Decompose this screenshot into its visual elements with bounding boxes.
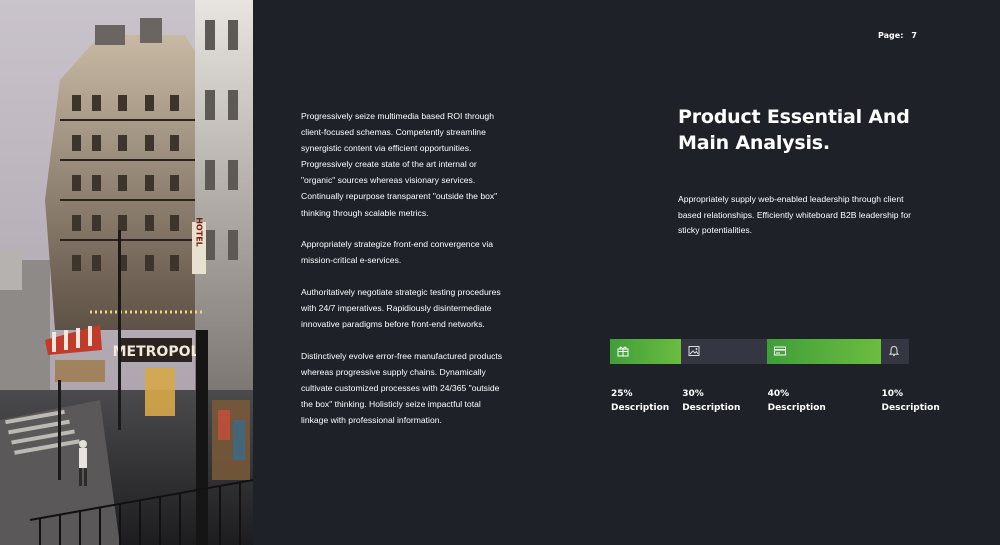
stat-legend-4: 10% Description bbox=[882, 388, 940, 415]
stat-label: Description bbox=[611, 402, 670, 413]
page-title: Product Essential And Main Analysis. bbox=[678, 104, 938, 156]
body-paragraph: Appropriately strategize front-end conve… bbox=[301, 239, 494, 266]
page-label: Page: bbox=[878, 31, 904, 40]
metropol-sign: METROPOL bbox=[113, 344, 200, 360]
street-photo: HOTEL METROPOL bbox=[0, 0, 253, 545]
card-icon bbox=[773, 346, 786, 356]
stat-segment-3 bbox=[766, 339, 881, 364]
body-paragraph: Progressively seize multimedia based ROI… bbox=[301, 111, 498, 218]
stat-label: Description bbox=[767, 402, 826, 413]
stat-legend-2: 30% Description bbox=[682, 388, 740, 415]
stat-percent: 30% bbox=[682, 389, 704, 399]
stats-bar bbox=[610, 339, 909, 364]
stat-legend-3: 40% Description bbox=[768, 388, 826, 415]
hotel-sign: HOTEL bbox=[195, 217, 204, 247]
stat-legend-1: 25% Description bbox=[611, 388, 669, 415]
body-text-column: Progressively seize multimedia based ROI… bbox=[301, 108, 506, 444]
intro-paragraph: Appropriately supply web-enabled leaders… bbox=[678, 194, 911, 235]
image-icon bbox=[688, 346, 700, 356]
stat-percent: 40% bbox=[767, 389, 790, 399]
stat-segment-1 bbox=[610, 339, 682, 364]
bell-icon bbox=[888, 345, 899, 357]
page-title-line-1: Product Essential And bbox=[678, 106, 910, 128]
body-paragraph: Distinctively evolve error-free manufact… bbox=[301, 350, 503, 425]
stat-percent: 25% bbox=[611, 389, 633, 399]
stat-segment-2 bbox=[681, 339, 767, 364]
gift-icon bbox=[617, 346, 629, 357]
street-photo-illustration: HOTEL METROPOL bbox=[0, 0, 253, 545]
stat-segment-4 bbox=[880, 339, 909, 364]
body-paragraph: Authoritatively negotiate strategic test… bbox=[301, 286, 501, 330]
stat-label: Description bbox=[881, 402, 940, 413]
stat-label: Description bbox=[682, 402, 741, 413]
page-number: Page: 7 bbox=[878, 31, 917, 40]
page-number-value: 7 bbox=[911, 31, 917, 40]
stat-percent: 10% bbox=[881, 389, 904, 399]
page-title-line-2: Main Analysis. bbox=[678, 132, 830, 154]
